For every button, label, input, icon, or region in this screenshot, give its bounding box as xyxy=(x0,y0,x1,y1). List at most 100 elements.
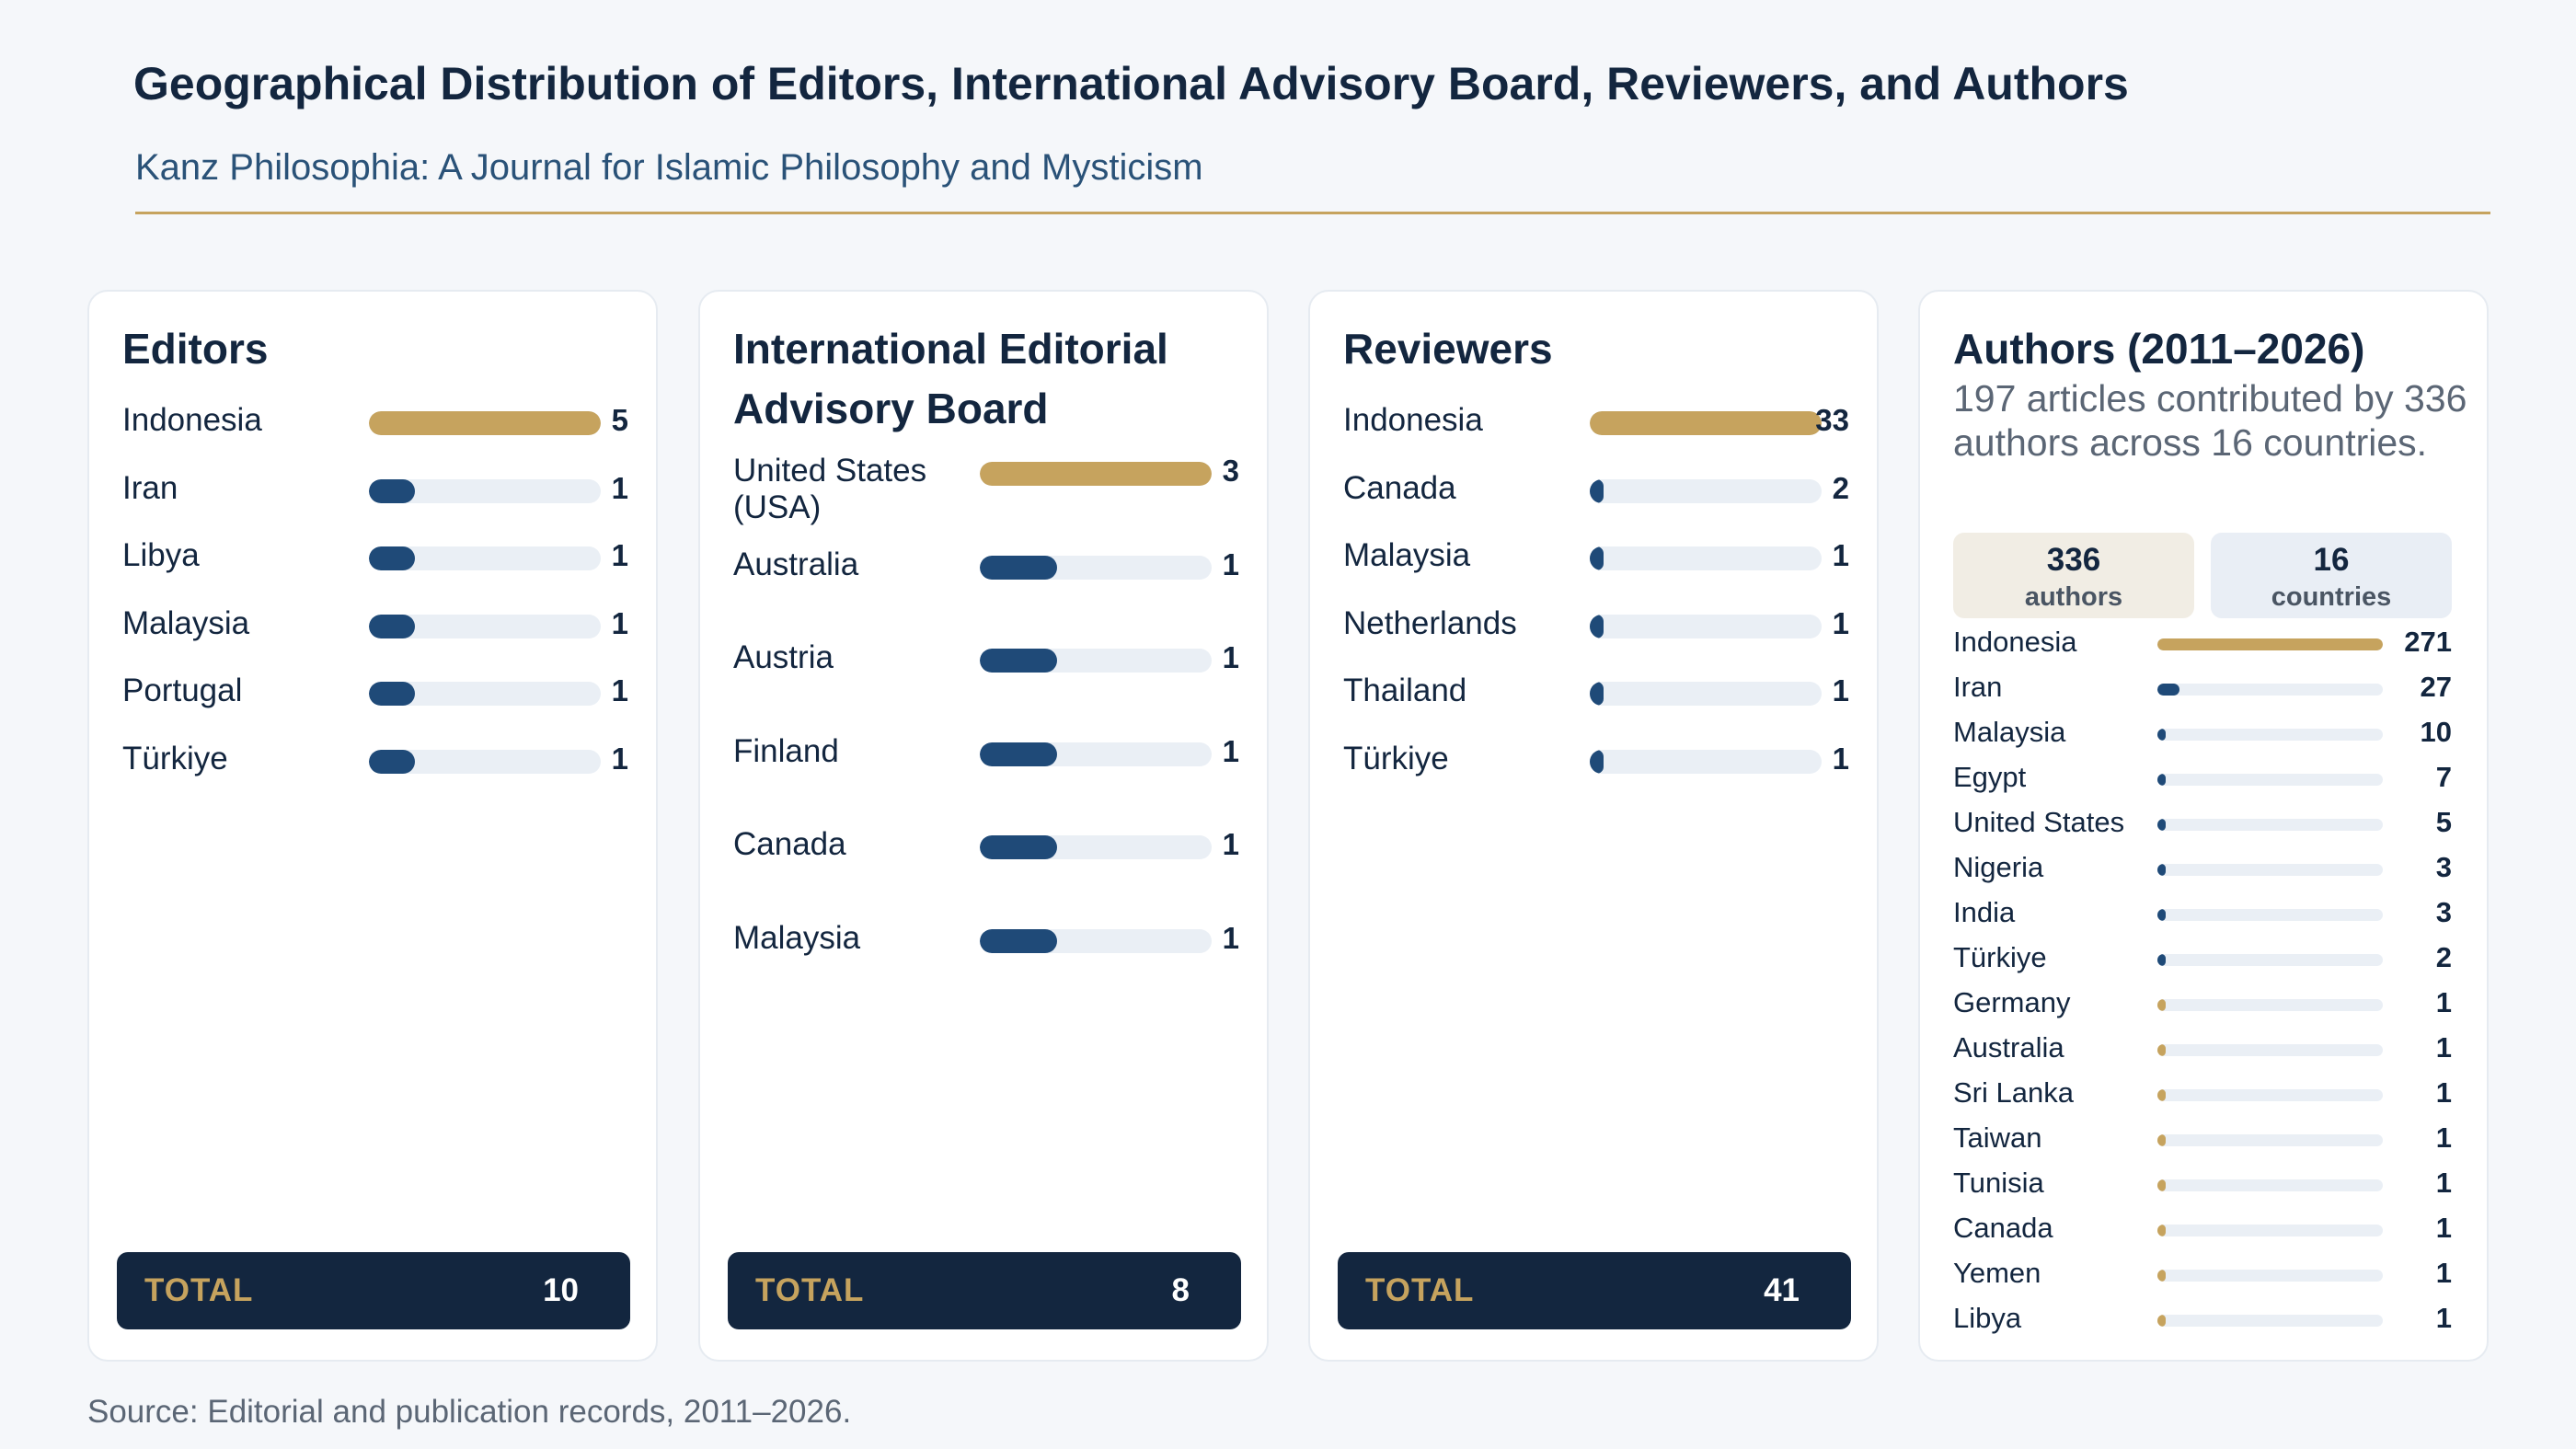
bar-row: Netherlands 1 xyxy=(1343,605,1858,679)
bar-value: 1 xyxy=(1832,538,1849,573)
bar xyxy=(2157,774,2166,786)
authors-panel: Authors (2011–2026) 197 articles contrib… xyxy=(1918,290,2489,1362)
bar xyxy=(1590,750,1604,774)
bar xyxy=(1590,546,1604,571)
bar-row: Nigeria 3 xyxy=(1953,851,2468,888)
bar-value: 1 xyxy=(1832,605,1849,640)
bar-row: Australia 1 xyxy=(733,546,1248,620)
total-value: 41 xyxy=(1764,1272,1800,1308)
total-value: 10 xyxy=(543,1272,579,1308)
bar-label: Tunisia xyxy=(1953,1167,2044,1199)
bar xyxy=(2157,1270,2166,1282)
bar-value: 5 xyxy=(611,403,628,437)
bar-label: Thailand xyxy=(1343,673,1467,709)
bar xyxy=(980,555,1057,580)
bar-row: Germany 1 xyxy=(1953,986,2468,1023)
bar-row: Australia 1 xyxy=(1953,1031,2468,1068)
bar xyxy=(2157,1225,2166,1236)
bar-value: 1 xyxy=(2435,1212,2452,1244)
bar-track xyxy=(1590,682,1822,707)
bar-track xyxy=(2157,909,2383,921)
bar xyxy=(980,742,1057,766)
bar-value: 1 xyxy=(2435,1121,2452,1154)
bar-track xyxy=(2157,1134,2383,1146)
bar xyxy=(1590,411,1822,435)
bar-label: Indonesia xyxy=(122,402,262,438)
stat-unit: countries xyxy=(2271,582,2392,612)
bar-row: Egypt 7 xyxy=(1953,761,2468,798)
bar-value: 1 xyxy=(1222,640,1239,675)
bar-label: Australia xyxy=(733,546,859,582)
bar xyxy=(2157,1134,2166,1146)
bar-track xyxy=(1590,750,1822,774)
bar-track xyxy=(2157,954,2383,966)
total-label: TOTAL xyxy=(1365,1272,1475,1308)
bar-row: Libya 1 xyxy=(1953,1302,2468,1339)
bar-row: Canada 1 xyxy=(1953,1212,2468,1248)
bar-track xyxy=(980,929,1212,953)
total-bar: TOTAL 8 xyxy=(728,1252,1241,1329)
bar-row: Malaysia 1 xyxy=(733,920,1248,994)
bar-row: Libya 1 xyxy=(122,537,638,611)
bar-track xyxy=(2157,1270,2383,1282)
bar-label: Malaysia xyxy=(1343,537,1471,574)
bar-row: India 3 xyxy=(1953,896,2468,933)
bar-label: Türkiye xyxy=(1343,741,1449,776)
bar xyxy=(2157,1315,2166,1327)
bar-track xyxy=(2157,729,2383,741)
bar-row: Türkiye 2 xyxy=(1953,941,2468,978)
bar-track xyxy=(2157,864,2383,876)
bar-track xyxy=(369,478,601,503)
bar-track xyxy=(980,649,1212,673)
bar-track xyxy=(369,750,601,774)
bar-label: Taiwan xyxy=(1953,1121,2042,1154)
bar-label: Iran xyxy=(122,469,178,506)
bar-value: 1 xyxy=(1222,827,1239,862)
bar-label: Türkiye xyxy=(1953,941,2047,973)
bar-track xyxy=(369,614,601,638)
bar-track xyxy=(980,835,1212,860)
bar-track xyxy=(2157,1044,2383,1056)
bar xyxy=(369,682,416,707)
bar-value: 3 xyxy=(2435,896,2452,928)
bar-track xyxy=(2157,1225,2383,1236)
bar-row: Sri Lanka 1 xyxy=(1953,1076,2468,1113)
page-title: Geographical Distribution of Editors, In… xyxy=(133,58,2129,109)
bar xyxy=(980,649,1057,673)
bar-value: 3 xyxy=(2435,851,2452,883)
total-label: TOTAL xyxy=(144,1272,254,1308)
panel-title: Authors (2011–2026) xyxy=(1953,325,2365,373)
bar-row: United States 5 xyxy=(1953,806,2468,843)
bar xyxy=(2157,999,2166,1011)
advisory-board-panel: International Editorial Advisory Board U… xyxy=(698,290,1269,1362)
bar-track xyxy=(2157,1315,2383,1327)
reviewers-panel: Reviewers Indonesia 33 Canada 2 Malaysia 1 Net… xyxy=(1308,290,1879,1362)
bar-row: Indonesia 271 xyxy=(1953,626,2468,662)
countries-stat: 16 countries xyxy=(2211,533,2452,618)
header-divider xyxy=(135,212,2490,214)
bar-label: Egypt xyxy=(1953,761,2027,793)
bar-track xyxy=(1590,411,1822,435)
bar-label: India xyxy=(1953,896,2016,928)
bar xyxy=(980,835,1057,860)
bar-track xyxy=(2157,819,2383,831)
bar xyxy=(980,929,1057,953)
bar-label: Malaysia xyxy=(1953,716,2066,748)
page-subtitle: Kanz Philosophia: A Journal for Islamic … xyxy=(135,147,1203,188)
bar xyxy=(369,546,416,571)
bar-row: Portugal 1 xyxy=(122,673,638,746)
bar-value: 1 xyxy=(2435,1031,2452,1064)
bar xyxy=(2157,638,2383,650)
bar-track xyxy=(2157,1089,2383,1101)
bar xyxy=(2157,1089,2166,1101)
bar-label: Yemen xyxy=(1953,1257,2041,1289)
bar-track xyxy=(2157,774,2383,786)
bar-row: Canada 2 xyxy=(1343,470,1858,544)
bar-label: United States xyxy=(1953,806,2125,838)
bar-track xyxy=(1590,614,1822,638)
bar-track xyxy=(980,742,1212,766)
bar-row: Türkiye 1 xyxy=(122,741,638,814)
bar-track xyxy=(1590,478,1822,503)
bar-track xyxy=(980,555,1212,580)
bar-track xyxy=(2157,999,2383,1011)
